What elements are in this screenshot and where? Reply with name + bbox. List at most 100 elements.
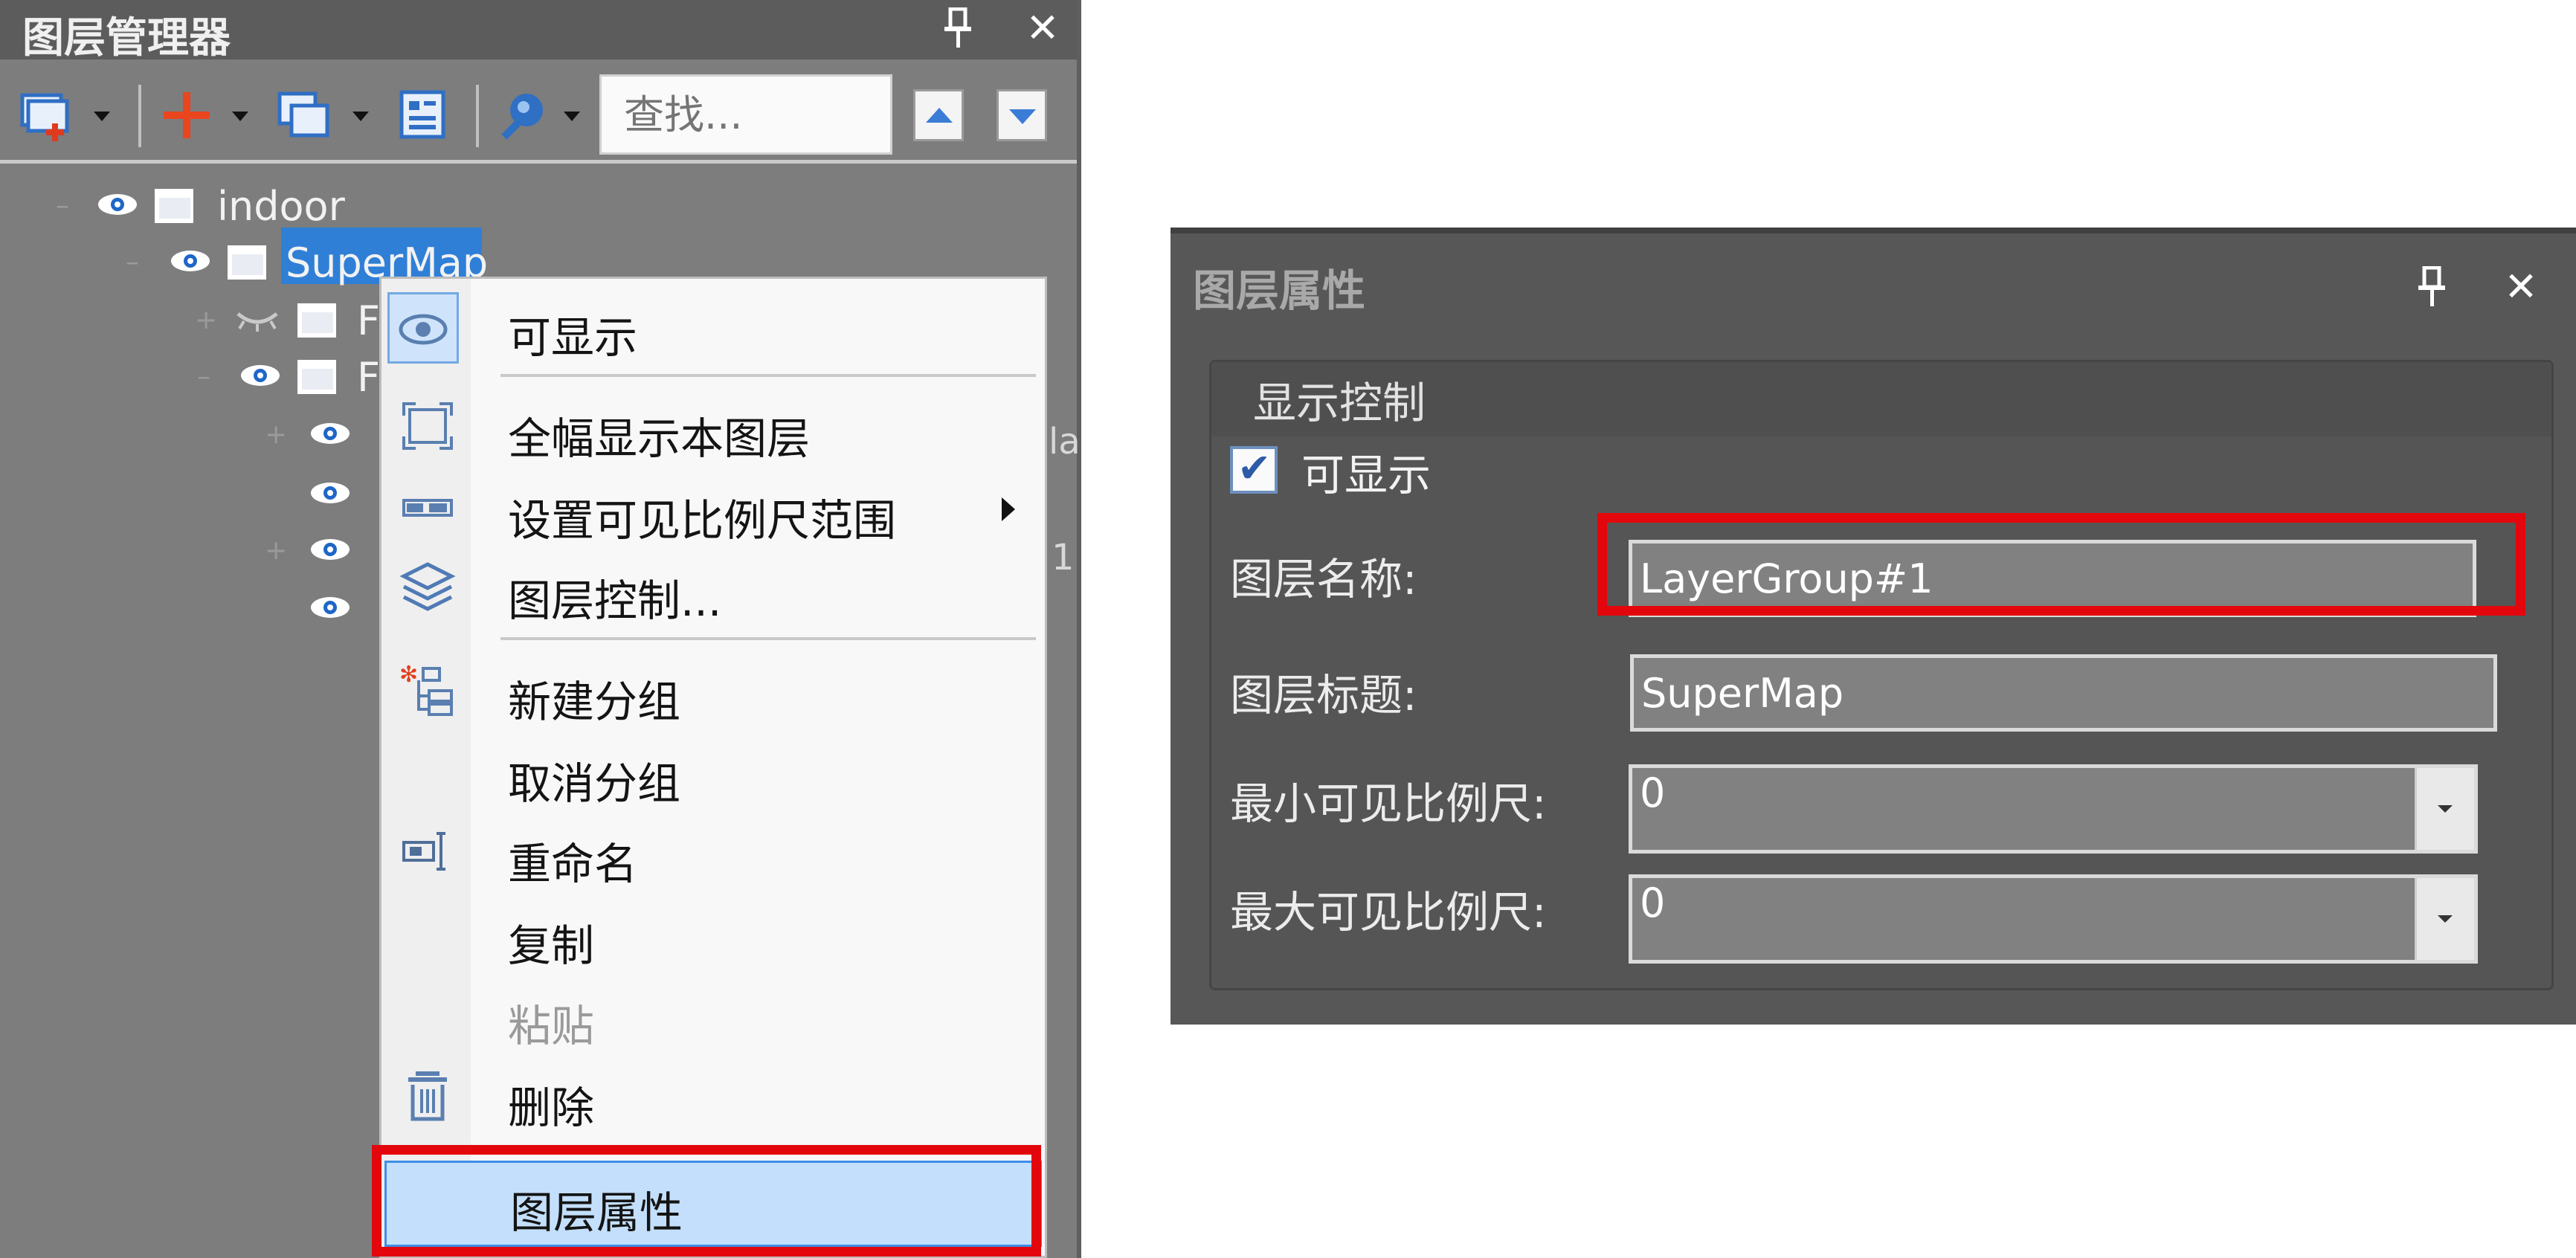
dropdown-button[interactable] [2415,878,2474,960]
tree-node-child[interactable]: + F [0,294,387,346]
move-down-button[interactable] [996,89,1047,141]
visible-eye-icon[interactable] [170,248,211,274]
move-up-button[interactable] [913,89,964,141]
expand-icon[interactable]: + [265,538,287,564]
visible-eye-icon[interactable] [97,192,138,217]
menu-item-visible[interactable]: 可显示 [381,286,1045,364]
layer-caption-input[interactable] [1630,654,2497,732]
collapse-icon[interactable]: – [195,364,213,390]
pin-icon[interactable] [936,6,980,51]
full-extent-icon [402,402,453,450]
layer-manager-titlebar: 图层管理器 ✕ [0,0,1077,62]
scale-range-icon [402,499,453,517]
node-label: indoor [217,183,345,230]
search-dropdown-icon[interactable] [564,112,580,121]
visible-eye-icon[interactable] [309,595,351,620]
hidden-eye-icon[interactable] [236,306,278,332]
collapse-icon[interactable]: – [123,249,141,276]
visible-checkbox-label: 可显示 [1301,450,1432,500]
arrow-down-icon [1009,109,1036,124]
menu-item-label: 新建分组 [508,677,681,727]
panel-title: 图层管理器 [22,14,231,62]
new-layer-dropdown-icon[interactable] [94,112,110,121]
folder-icon [297,360,336,394]
group-header: 显示控制 [1211,362,2551,436]
context-menu: 可显示 全幅显示本图层 设置可见比例尺范围 图层控制... ✻ 新建分组 取消分… [379,277,1047,1258]
pin-icon[interactable] [2409,265,2454,311]
tree-node-child[interactable]: – F [0,351,387,403]
menu-item-label: 全幅显示本图层 [508,413,811,464]
toolbar-separator [138,85,141,147]
group-title: 显示控制 [1253,378,1426,428]
max-scale-combobox[interactable]: 0 [1629,874,2478,964]
menu-item-delete[interactable]: 删除 [381,1057,1045,1134]
copy-layers-icon[interactable] [275,88,335,144]
menu-item-label: 设置可见比例尺范围 [508,495,897,546]
menu-item-label: 图层控制... [508,575,722,626]
min-scale-label: 最小可见比例尺: [1230,778,1547,829]
panel-title: 图层属性 [1193,265,1366,316]
menu-separator [500,637,1036,640]
min-scale-combobox[interactable]: 0 [1629,764,2478,854]
arrow-up-icon [926,108,953,123]
menu-item-new-group[interactable]: ✻ 新建分组 [381,651,1045,728]
menu-item-label: 取消分组 [508,758,681,809]
submenu-arrow-icon [1002,497,1015,521]
menu-item-label: 复制 [508,920,595,971]
layer-caption-label: 图层标题: [1230,670,1417,720]
new-group-icon: ✻ [399,662,453,716]
expand-icon[interactable]: + [265,422,287,448]
collapse-icon[interactable]: – [54,193,71,219]
node-label: F [357,354,381,401]
folder-icon [155,189,193,223]
clipped-label: 1 [1052,537,1075,578]
tree-node-indoor[interactable]: – indoor [0,180,1071,232]
layer-manager-panel: 图层管理器 ✕ 查找... – indoor – SuperMap + F – … [0,0,1081,1258]
menu-item-ungroup[interactable]: 取消分组 [381,732,1045,810]
menu-item-label: 重命名 [508,839,638,889]
search-input[interactable] [599,74,892,155]
layer-props-icon[interactable] [396,88,452,144]
new-layer-icon[interactable] [19,88,76,144]
dropdown-button[interactable] [2415,768,2474,850]
menu-item-scale-range[interactable]: 设置可见比例尺范围 [381,469,1045,546]
eye-icon [399,314,448,345]
close-icon[interactable]: ✕ [1020,6,1065,51]
trash-icon [408,1071,447,1121]
add-icon[interactable] [159,88,216,144]
clipped-label: la [1049,421,1081,462]
chevron-down-icon [2438,915,2453,923]
toolbar-separator [476,85,479,147]
max-scale-label: 最大可见比例尺: [1230,887,1547,938]
menu-item-label: 删除 [508,1083,595,1133]
layer-name-label: 图层名称: [1230,554,1417,604]
rename-icon [402,832,445,871]
add-dropdown-icon[interactable] [232,112,248,121]
layers-stack-icon [399,562,456,611]
layer-properties-panel: 图层属性 ✕ 显示控制 ✔ 可显示 图层名称: 图层标题: 最小可见比例尺: 0… [1171,228,2576,1025]
menu-separator [500,374,1036,377]
node-label: F [357,297,381,344]
combobox-value: 0 [1640,880,1666,926]
close-icon[interactable]: ✕ [2499,265,2543,309]
visible-eye-icon[interactable] [239,363,281,388]
menu-item-rename[interactable]: 重命名 [381,813,1045,890]
menu-item-full-extent[interactable]: 全幅显示本图层 [381,387,1045,465]
folder-icon [228,245,266,280]
expand-icon[interactable]: + [195,307,217,334]
magnifier-icon[interactable] [497,88,553,144]
copy-dropdown-icon[interactable] [352,112,369,121]
svg-text:✻: ✻ [399,662,418,688]
visible-eye-icon[interactable] [309,480,351,506]
chevron-down-icon [2438,805,2453,813]
highlight-annotation-box [1597,513,2525,616]
visible-eye-icon[interactable] [309,421,351,446]
menu-item-layer-control[interactable]: 图层控制... [381,549,1045,627]
visible-eye-icon[interactable] [309,537,351,562]
highlight-annotation-box [372,1145,1041,1257]
menu-item-label: 粘贴 [508,1001,595,1051]
visible-checkbox[interactable]: ✔ [1230,445,1278,494]
check-icon: ✔ [1237,445,1272,491]
menu-item-copy[interactable]: 复制 [381,894,1045,972]
menu-item-label: 可显示 [508,312,638,363]
